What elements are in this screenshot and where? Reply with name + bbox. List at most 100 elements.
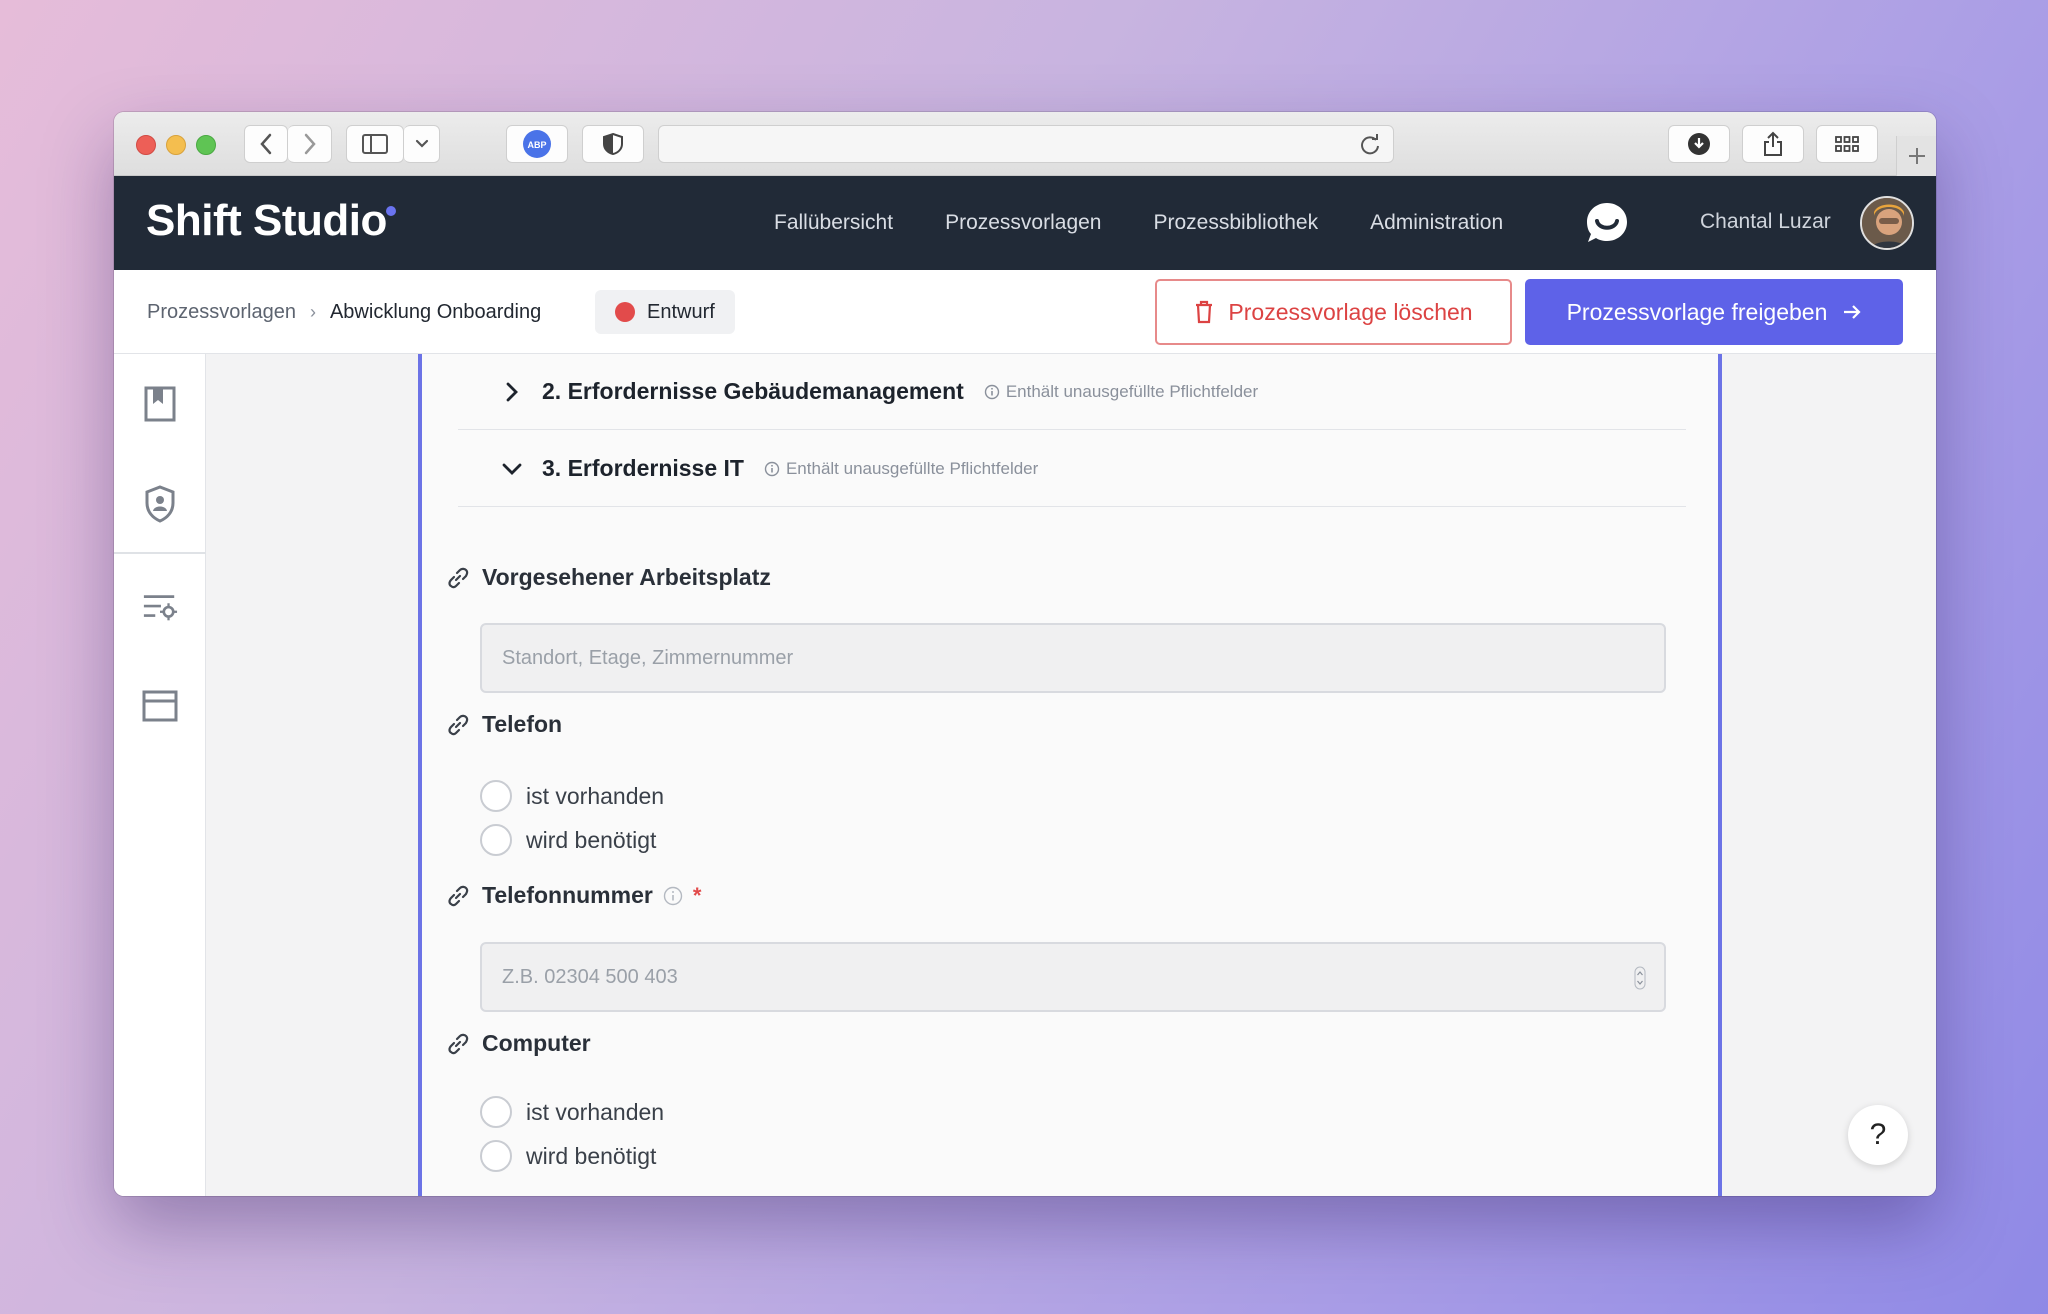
chat-icon[interactable] xyxy=(1584,200,1630,246)
address-bar[interactable] xyxy=(658,125,1394,163)
chevron-right-icon[interactable] xyxy=(492,381,532,403)
status-label: Entwurf xyxy=(647,300,715,323)
status-badge: Entwurf xyxy=(595,290,735,334)
workplace-input[interactable]: Standort, Etage, Zimmernummer xyxy=(480,623,1666,693)
phone-option-available[interactable]: ist vorhanden xyxy=(480,780,664,812)
arrow-right-icon xyxy=(1844,305,1861,319)
svg-text:ABP: ABP xyxy=(527,140,546,150)
help-button[interactable]: ? xyxy=(1848,1105,1908,1165)
radio-label: wird benötigt xyxy=(526,1142,657,1169)
chevron-right-icon xyxy=(304,133,316,155)
plus-icon xyxy=(1908,148,1925,164)
chevron-down-icon[interactable] xyxy=(492,462,532,476)
user-name[interactable]: Chantal Luzar xyxy=(1700,210,1831,234)
share-icon xyxy=(1764,131,1782,156)
avatar[interactable] xyxy=(1860,196,1914,250)
tab-overview-button[interactable] xyxy=(1816,125,1878,163)
main-nav: Fallübersicht Prozessvorlagen Prozessbib… xyxy=(774,176,1503,270)
minimize-window-button[interactable] xyxy=(166,135,186,155)
chevron-right-icon: › xyxy=(309,301,316,322)
nav-prozessbibliothek[interactable]: Prozessbibliothek xyxy=(1153,211,1318,235)
rail-list-settings[interactable] xyxy=(142,590,178,626)
list-settings-icon xyxy=(143,595,178,621)
radio-button[interactable] xyxy=(480,1140,512,1172)
info-icon xyxy=(984,384,1000,399)
field-label-text: Telefon xyxy=(482,711,563,737)
avatar-image xyxy=(1862,198,1912,248)
rail-layout[interactable] xyxy=(142,688,178,724)
link-icon[interactable] xyxy=(446,884,472,908)
radio-button[interactable] xyxy=(480,824,512,856)
rail-divider xyxy=(114,552,206,554)
reload-icon[interactable] xyxy=(1359,134,1381,156)
field-label-phone: Telefon xyxy=(446,711,562,738)
field-label-phone-number: Telefonnummer * xyxy=(446,882,701,909)
delete-template-label: Prozessvorlage löschen xyxy=(1228,298,1473,325)
radio-button[interactable] xyxy=(480,780,512,812)
chevron-down-icon xyxy=(415,139,428,148)
section-gebaudemanagement[interactable]: 2. Erfordernisse Gebäudemanagement Enthä… xyxy=(458,354,1686,430)
nav-fallubersicht[interactable]: Fallübersicht xyxy=(774,211,893,235)
brand-dot xyxy=(386,206,396,216)
share-button[interactable] xyxy=(1742,125,1804,163)
radio-label: ist vorhanden xyxy=(526,1098,665,1125)
section-title: 2. Erfordernisse Gebäudemanagement xyxy=(542,378,964,404)
number-stepper-icon[interactable] xyxy=(1634,966,1646,990)
phone-option-needed[interactable]: wird benötigt xyxy=(480,824,656,856)
radio-button[interactable] xyxy=(480,1096,512,1128)
browser-window: ABP Shift Studio Fallübersicht Prozessvo… xyxy=(114,112,1936,1196)
link-icon[interactable] xyxy=(446,566,472,590)
app-header: Shift Studio Fallübersicht Prozessvorlag… xyxy=(114,176,1936,270)
page-subheader: Prozessvorlagen › Abwicklung Onboarding … xyxy=(114,270,1936,354)
computer-option-needed[interactable]: wird benötigt xyxy=(480,1140,656,1172)
left-rail xyxy=(114,354,206,1196)
rail-roles[interactable] xyxy=(142,485,178,523)
nav-administration[interactable]: Administration xyxy=(1370,211,1503,235)
close-window-button[interactable] xyxy=(136,135,156,155)
radio-label: ist vorhanden xyxy=(526,782,665,809)
section-hint: Enthält unausgefüllte Pflichtfelder xyxy=(984,382,1258,402)
template-editor-panel: 2. Erfordernisse Gebäudemanagement Enthä… xyxy=(418,354,1722,1196)
release-template-button[interactable]: Prozessvorlage freigeben xyxy=(1525,279,1903,345)
breadcrumb: Prozessvorlagen › Abwicklung Onboarding xyxy=(147,270,541,354)
section-hint-text: Enthält unausgefüllte Pflichtfelder xyxy=(1005,381,1259,401)
sidebar-toggle-button[interactable] xyxy=(346,125,404,163)
adblock-extension-button[interactable]: ABP xyxy=(506,125,568,163)
link-icon[interactable] xyxy=(446,1032,472,1056)
browser-toolbar: ABP xyxy=(114,112,1936,176)
delete-template-button[interactable]: Prozessvorlage löschen xyxy=(1155,279,1512,345)
grid-icon xyxy=(1835,136,1859,152)
back-button[interactable] xyxy=(244,125,288,163)
section-hint: Enthält unausgefüllte Pflichtfelder xyxy=(764,459,1038,479)
phone-number-placeholder: Z.B. 02304 500 403 xyxy=(502,965,678,988)
window-layout-icon xyxy=(142,690,178,722)
section-it[interactable]: 3. Erfordernisse IT Enthält unausgefüllt… xyxy=(458,431,1686,507)
link-icon[interactable] xyxy=(446,713,472,737)
field-label-workplace: Vorgesehener Arbeitsplatz xyxy=(446,564,771,591)
zoom-window-button[interactable] xyxy=(196,135,216,155)
breadcrumb-parent[interactable]: Prozessvorlagen xyxy=(147,301,296,324)
field-label-text: Telefonnummer xyxy=(482,882,653,908)
section-title: 3. Erfordernisse IT xyxy=(542,455,744,481)
privacy-extension-button[interactable] xyxy=(582,125,644,163)
shield-user-icon xyxy=(145,485,175,523)
brand-logo[interactable]: Shift Studio xyxy=(146,196,387,246)
downloads-button[interactable] xyxy=(1668,125,1730,163)
chevron-left-icon xyxy=(260,133,272,155)
nav-prozessvorlagen[interactable]: Prozessvorlagen xyxy=(945,211,1101,235)
forward-button[interactable] xyxy=(288,125,332,163)
required-marker: * xyxy=(692,882,702,908)
phone-number-input[interactable]: Z.B. 02304 500 403 xyxy=(480,942,1666,1012)
sidebar-icon xyxy=(362,134,388,154)
field-label-text: Vorgesehener Arbeitsplatz xyxy=(482,564,771,590)
rail-bookmark[interactable] xyxy=(142,386,178,422)
sidebar-menu-button[interactable] xyxy=(404,125,440,163)
trash-icon xyxy=(1196,300,1213,324)
field-label-text: Computer xyxy=(482,1030,591,1056)
computer-option-available[interactable]: ist vorhanden xyxy=(480,1096,664,1128)
radio-label: wird benötigt xyxy=(526,826,657,853)
shield-half-icon xyxy=(603,132,623,156)
new-tab-button[interactable] xyxy=(1896,136,1936,176)
download-icon xyxy=(1688,133,1710,155)
info-icon[interactable] xyxy=(663,886,683,906)
